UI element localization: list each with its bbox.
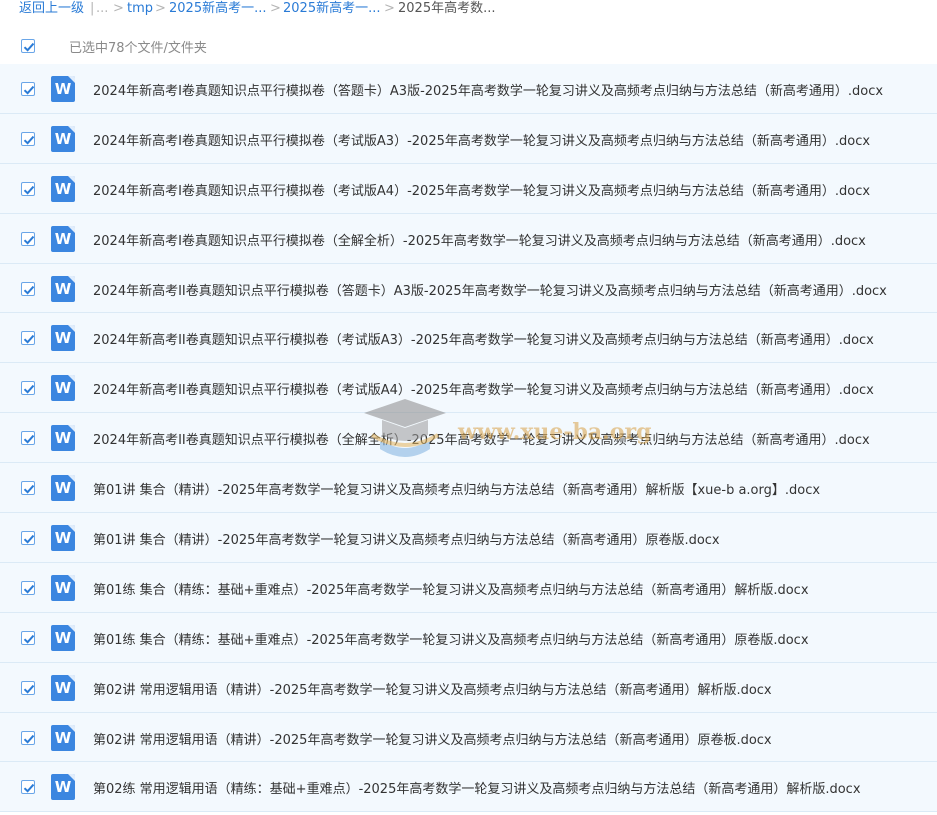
file-name[interactable]: 2024年新高考II卷真题知识点平行模拟卷（考试版A4）-2025年高考数学一轮… bbox=[93, 379, 874, 398]
word-doc-icon: W bbox=[51, 624, 75, 651]
checkmark-icon bbox=[23, 435, 35, 444]
checkmark-icon bbox=[23, 634, 35, 644]
file-name[interactable]: 2024年新高考I卷真题知识点平行模拟卷（全解全析）-2025年高考数学一轮复习… bbox=[93, 230, 866, 249]
breadcrumb-item-folder-1[interactable]: 2025新高考一... bbox=[169, 0, 266, 18]
file-name[interactable]: 2024年新高考I卷真题知识点平行模拟卷（答题卡）A3版-2025年高考数学一轮… bbox=[93, 80, 883, 99]
file-checkbox[interactable] bbox=[21, 481, 35, 496]
checkmark-icon bbox=[23, 734, 35, 744]
word-doc-icon: W bbox=[51, 574, 75, 601]
breadcrumb-arrow: > bbox=[113, 1, 124, 16]
word-doc-icon: W bbox=[51, 475, 75, 502]
word-doc-icon: W bbox=[51, 375, 75, 402]
file-row[interactable]: W 第01讲 集合（精讲）-2025年高考数学一轮复习讲义及高频考点归纳与方法总结… bbox=[0, 513, 937, 563]
file-browser: 返回上一级 | ... > tmp > 2025新高考一... > 2025新高… bbox=[0, 0, 937, 815]
file-name[interactable]: 2024年新高考I卷真题知识点平行模拟卷（考试版A4）-2025年高考数学一轮复… bbox=[93, 180, 870, 199]
file-row[interactable]: W 2024年新高考II卷真题知识点平行模拟卷（答题卡）A3版-2025年高考数学… bbox=[0, 263, 937, 314]
word-doc-icon: W bbox=[51, 275, 75, 302]
breadcrumb: 返回上一级 | ... > tmp > 2025新高考一... > 2025新高… bbox=[0, 0, 937, 18]
checkmark-icon bbox=[23, 684, 35, 694]
select-all-checkbox[interactable] bbox=[21, 39, 35, 53]
file-row[interactable]: W 2024年新高考I卷真题知识点平行模拟卷（答题卡）A3版-2025年高考数学一… bbox=[0, 64, 937, 114]
file-row[interactable]: W 2024年新高考II卷真题知识点平行模拟卷（考试版A4）-2025年高考数学一… bbox=[0, 363, 937, 414]
file-checkbox[interactable] bbox=[21, 131, 35, 146]
file-list: W 2024年新高考I卷真题知识点平行模拟卷（答题卡）A3版-2025年高考数学一… bbox=[0, 64, 937, 813]
file-checkbox[interactable] bbox=[21, 281, 35, 296]
file-checkbox[interactable] bbox=[21, 231, 35, 246]
breadcrumb-separator: | bbox=[90, 1, 95, 16]
file-name[interactable]: 第01讲 集合（精讲）-2025年高考数学一轮复习讲义及高频考点归纳与方法总结（… bbox=[93, 529, 720, 548]
file-name[interactable]: 第01讲 集合（精讲）-2025年高考数学一轮复习讲义及高频考点归纳与方法总结（… bbox=[93, 479, 820, 498]
breadcrumb-arrow: > bbox=[384, 1, 395, 16]
file-checkbox[interactable] bbox=[21, 331, 35, 346]
word-doc-icon: W bbox=[51, 674, 75, 701]
word-doc-icon: W bbox=[51, 724, 75, 751]
file-row[interactable]: W 2024年新高考I卷真题知识点平行模拟卷（考试版A3）-2025年高考数学一轮… bbox=[0, 113, 937, 164]
file-name[interactable]: 第01练 集合（精练：基础+重难点）-2025年高考数学一轮复习讲义及高频考点归… bbox=[93, 629, 809, 648]
checkmark-icon bbox=[23, 485, 35, 494]
file-checkbox[interactable] bbox=[21, 381, 35, 396]
checkmark-icon bbox=[23, 534, 35, 544]
selection-count-text: 已选中78个文件/文件夹 bbox=[69, 41, 207, 56]
file-name[interactable]: 2024年新高考II卷真题知识点平行模拟卷（全解全析）-2025年高考数学一轮复… bbox=[93, 429, 870, 448]
file-row[interactable]: W 2024年新高考I卷真题知识点平行模拟卷（考试版A4）-2025年高考数学一轮… bbox=[0, 163, 937, 214]
checkmark-icon bbox=[23, 285, 35, 295]
file-row[interactable]: W 2024年新高考II卷真题知识点平行模拟卷（全解全析）-2025年高考数学一轮… bbox=[0, 413, 937, 464]
file-name[interactable]: 2024年新高考I卷真题知识点平行模拟卷（考试版A3）-2025年高考数学一轮复… bbox=[93, 130, 870, 149]
checkmark-icon bbox=[23, 42, 35, 52]
file-row[interactable]: W 2024年新高考II卷真题知识点平行模拟卷（考试版A3）-2025年高考数学一… bbox=[0, 313, 937, 364]
breadcrumb-ellipsis[interactable]: ... bbox=[96, 0, 108, 18]
file-name[interactable]: 第02讲 常用逻辑用语（精讲）-2025年高考数学一轮复习讲义及高频考点归纳与方… bbox=[93, 729, 772, 748]
file-checkbox[interactable] bbox=[21, 730, 35, 745]
word-doc-icon: W bbox=[51, 175, 75, 202]
breadcrumb-item-tmp[interactable]: tmp bbox=[127, 0, 153, 18]
file-name[interactable]: 第01练 集合（精练：基础+重难点）-2025年高考数学一轮复习讲义及高频考点归… bbox=[93, 579, 809, 598]
breadcrumb-arrow: > bbox=[270, 1, 281, 16]
file-checkbox[interactable] bbox=[21, 181, 35, 196]
file-checkbox[interactable] bbox=[21, 680, 35, 695]
word-doc-icon: W bbox=[51, 125, 75, 152]
file-checkbox[interactable] bbox=[21, 630, 35, 645]
word-doc-icon: W bbox=[51, 425, 75, 452]
word-doc-icon: W bbox=[51, 225, 75, 252]
file-checkbox[interactable] bbox=[21, 531, 35, 546]
file-row[interactable]: W 第01练 集合（精练：基础+重难点）-2025年高考数学一轮复习讲义及高频考点… bbox=[0, 612, 937, 663]
back-link[interactable]: 返回上一级 bbox=[19, 0, 84, 18]
file-checkbox[interactable] bbox=[21, 82, 35, 96]
file-name[interactable]: 2024年新高考II卷真题知识点平行模拟卷（考试版A3）-2025年高考数学一轮… bbox=[93, 329, 874, 348]
breadcrumb-arrow: > bbox=[155, 1, 166, 16]
file-name[interactable]: 2024年新高考II卷真题知识点平行模拟卷（答题卡）A3版-2025年高考数学一… bbox=[93, 280, 887, 299]
word-doc-icon: W bbox=[51, 525, 75, 552]
word-doc-icon: W bbox=[51, 774, 75, 801]
file-row[interactable]: W 第01讲 集合（精讲）-2025年高考数学一轮复习讲义及高频考点归纳与方法总结… bbox=[0, 463, 937, 514]
file-name[interactable]: 第02练 常用逻辑用语（精练：基础+重难点）-2025年高考数学一轮复习讲义及高… bbox=[93, 778, 861, 797]
file-checkbox[interactable] bbox=[21, 780, 35, 795]
file-row[interactable]: W 第02练 常用逻辑用语（精练：基础+重难点）-2025年高考数学一轮复习讲义及… bbox=[0, 762, 937, 813]
file-row[interactable]: W 第01练 集合（精练：基础+重难点）-2025年高考数学一轮复习讲义及高频考点… bbox=[0, 562, 937, 613]
word-doc-icon: W bbox=[51, 76, 75, 102]
checkmark-icon bbox=[23, 85, 35, 95]
file-checkbox[interactable] bbox=[21, 431, 35, 446]
selection-bar: 已选中78个文件/文件夹 bbox=[0, 30, 937, 62]
checkmark-icon bbox=[23, 235, 35, 245]
breadcrumb-item-folder-2[interactable]: 2025新高考一... bbox=[283, 0, 380, 18]
breadcrumb-current: 2025年高考数... bbox=[398, 1, 496, 16]
checkmark-icon bbox=[23, 385, 35, 394]
file-name[interactable]: 第02讲 常用逻辑用语（精讲）-2025年高考数学一轮复习讲义及高频考点归纳与方… bbox=[93, 679, 772, 698]
file-row[interactable]: W 2024年新高考I卷真题知识点平行模拟卷（全解全析）-2025年高考数学一轮复… bbox=[0, 213, 937, 264]
checkmark-icon bbox=[23, 135, 35, 145]
checkmark-icon bbox=[23, 584, 35, 594]
file-checkbox[interactable] bbox=[21, 580, 35, 595]
file-row[interactable]: W 第02讲 常用逻辑用语（精讲）-2025年高考数学一轮复习讲义及高频考点归纳与… bbox=[0, 662, 937, 713]
checkmark-icon bbox=[23, 784, 35, 794]
checkmark-icon bbox=[23, 185, 35, 195]
file-row[interactable]: W 第02讲 常用逻辑用语（精讲）-2025年高考数学一轮复习讲义及高频考点归纳与… bbox=[0, 712, 937, 763]
word-doc-icon: W bbox=[51, 325, 75, 352]
checkmark-icon bbox=[23, 335, 35, 345]
